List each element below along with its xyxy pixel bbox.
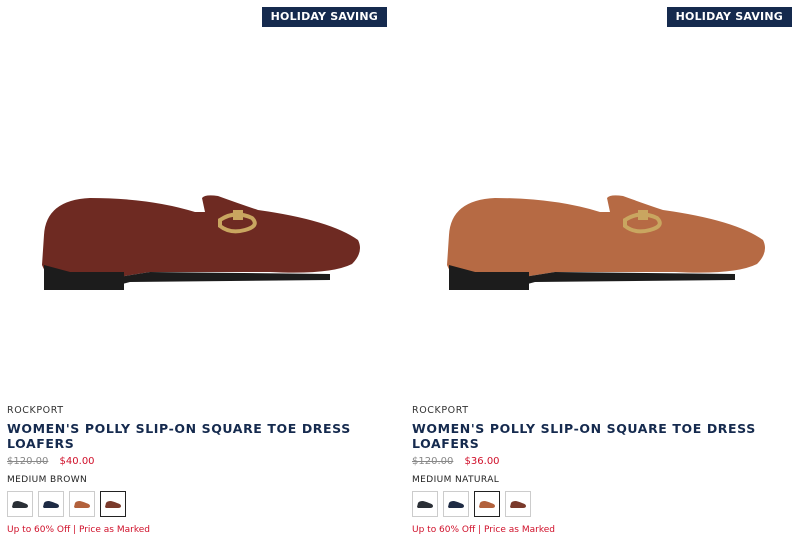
- shoe-thumbnail-icon: [479, 501, 495, 508]
- holiday-saving-badge: HOLIDAY SAVING: [261, 7, 387, 27]
- color-swatch[interactable]: [505, 491, 531, 517]
- color-swatch[interactable]: [443, 491, 469, 517]
- color-swatch[interactable]: [38, 491, 64, 517]
- price-block: $120.00 $36.00: [412, 456, 500, 467]
- original-price: $120.00: [412, 456, 454, 467]
- product-card[interactable]: HOLIDAY SAVING ROCKPORT WOMEN'S POLLY SL…: [405, 0, 795, 541]
- promo-text: Up to 60% Off | Price as Marked: [7, 525, 150, 535]
- product-image[interactable]: [405, 30, 795, 400]
- selected-color-label: MEDIUM BROWN: [7, 475, 88, 485]
- product-title-link[interactable]: WOMEN'S POLLY SLIP-ON SQUARE TOE DRESS L…: [412, 421, 772, 451]
- color-swatch[interactable]: [7, 491, 33, 517]
- price-block: $120.00 $40.00: [7, 456, 95, 467]
- color-swatch[interactable]: [69, 491, 95, 517]
- loafer-image: [42, 195, 360, 290]
- brand-name: ROCKPORT: [412, 405, 469, 416]
- loafer-image: [447, 195, 765, 290]
- selected-color-label: MEDIUM NATURAL: [412, 475, 500, 485]
- shoe-thumbnail-icon: [105, 501, 121, 508]
- shoe-thumbnail-icon: [510, 501, 526, 508]
- shoe-thumbnail-icon: [74, 501, 90, 508]
- color-swatch[interactable]: [412, 491, 438, 517]
- shoe-thumbnail-icon: [43, 501, 59, 508]
- shoe-thumbnail-icon: [12, 501, 28, 508]
- brand-name: ROCKPORT: [7, 405, 64, 416]
- shoe-thumbnail-icon: [448, 501, 464, 508]
- product-card[interactable]: HOLIDAY SAVING ROCKPORT WOMEN'S POLLY SL…: [0, 0, 390, 541]
- color-swatches: [412, 491, 531, 517]
- color-swatch[interactable]: [100, 491, 126, 517]
- promo-text: Up to 60% Off | Price as Marked: [412, 525, 555, 535]
- color-swatch[interactable]: [474, 491, 500, 517]
- color-swatches: [7, 491, 126, 517]
- product-image[interactable]: [0, 30, 390, 400]
- sale-price: $40.00: [59, 456, 95, 467]
- product-title-link[interactable]: WOMEN'S POLLY SLIP-ON SQUARE TOE DRESS L…: [7, 421, 367, 451]
- sale-price: $36.00: [464, 456, 500, 467]
- holiday-saving-badge: HOLIDAY SAVING: [666, 7, 792, 27]
- original-price: $120.00: [7, 456, 49, 467]
- shoe-thumbnail-icon: [417, 501, 433, 508]
